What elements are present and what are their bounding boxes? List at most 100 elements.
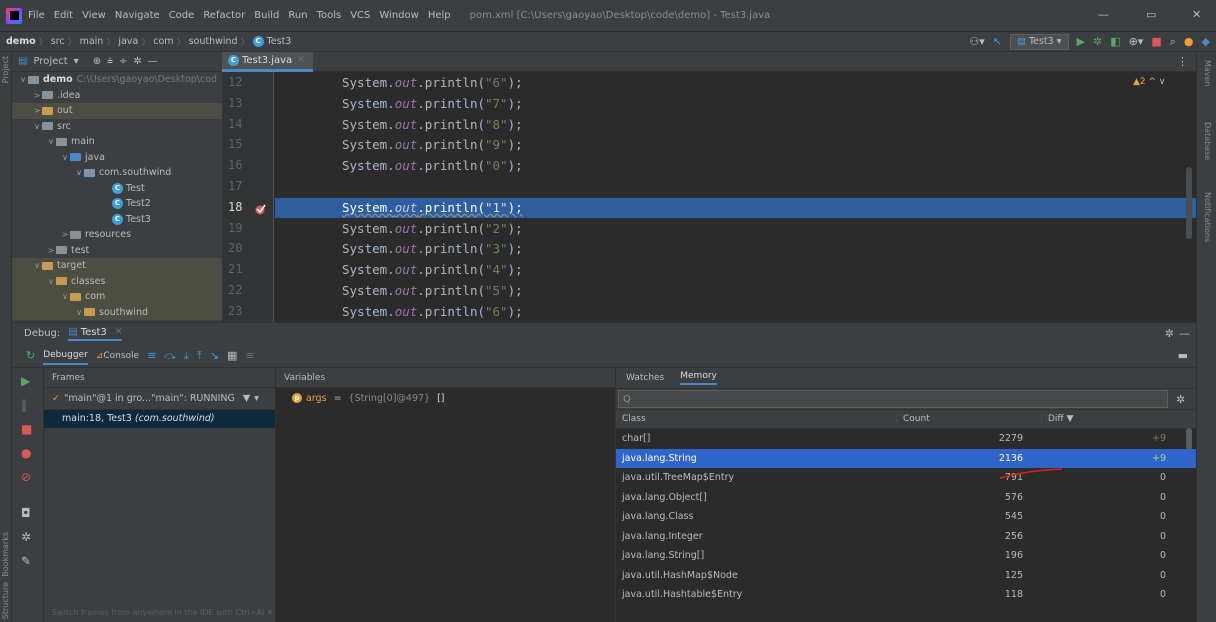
project-tree-item[interactable]: ∨ com.southwind — [12, 165, 222, 181]
evaluate-expression-icon[interactable]: ▦ — [227, 349, 237, 362]
mute-breakpoints-icon[interactable]: ⊘ — [21, 470, 31, 484]
menu-item-view[interactable]: View — [82, 10, 106, 21]
thread-selector[interactable]: ✓ "main"@1 in gro..."main": RUNNING ▼ ▾ — [44, 388, 275, 410]
view-breakpoints-icon[interactable]: ● — [21, 446, 31, 460]
breakpoint-icon[interactable] — [254, 203, 266, 215]
code-editor[interactable]: System.out.println("6"); System.out.print… — [275, 72, 1196, 322]
update-icon[interactable]: ● — [1184, 36, 1194, 48]
menu-item-code[interactable]: Code — [169, 10, 195, 21]
chevron-down-icon[interactable]: ∨ — [60, 289, 70, 305]
chevron-down-icon[interactable]: ▾ — [74, 56, 79, 67]
maven-stripe-label[interactable]: Maven — [1203, 60, 1212, 87]
stop-icon[interactable]: ■ — [1151, 36, 1161, 48]
locate-icon[interactable]: ⊕ — [93, 56, 101, 67]
memory-table-row[interactable]: java.util.Hashtable$Entry 118 0 — [616, 585, 1196, 605]
code-line[interactable] — [275, 177, 1196, 197]
menu-item-edit[interactable]: Edit — [54, 10, 73, 21]
chevron-right-icon[interactable]: > — [60, 227, 70, 243]
chevron-down-icon[interactable]: ∨ — [46, 274, 56, 290]
memory-table-row[interactable]: java.lang.Integer 256 0 — [616, 527, 1196, 547]
run-icon[interactable]: ▶ — [1077, 36, 1085, 48]
run-configuration-select[interactable]: ▤ Test3 ▾ — [1009, 34, 1069, 50]
code-line[interactable]: System.out.println("5"); — [275, 281, 1196, 301]
structure-stripe-label[interactable]: Structure — [1, 582, 10, 619]
breadcrumb-item[interactable]: java — [118, 36, 138, 47]
memory-table-row[interactable]: java.lang.String 2136 +9 — [616, 448, 1196, 468]
chevron-right-icon[interactable]: > — [46, 243, 56, 259]
bookmarks-stripe-label[interactable]: Bookmarks — [1, 532, 10, 577]
code-line[interactable]: System.out.println("2"); — [275, 219, 1196, 239]
project-tree-item[interactable]: ∨ demo C:\Users\gaoyao\Desktop\cod — [12, 72, 222, 88]
project-tree-item[interactable]: > test — [12, 243, 222, 259]
code-line[interactable]: System.out.println("3"); — [275, 239, 1196, 259]
column-diff[interactable]: Diff ▼ — [1041, 414, 1176, 424]
close-window-button[interactable]: ✕ — [1192, 8, 1201, 21]
stack-frame-row[interactable]: main:18, Test3 (com.southwind) — [44, 410, 275, 428]
maximize-button[interactable]: ▭ — [1146, 8, 1156, 21]
code-line[interactable]: System.out.println("9"); — [275, 135, 1196, 155]
variable-row[interactable]: p args = {String[0]@497} [] — [276, 388, 615, 408]
menu-item-build[interactable]: Build — [254, 10, 279, 21]
code-line[interactable]: System.out.println("7"); — [275, 94, 1196, 114]
tab-test3-java[interactable]: C Test3.java ✕ — [222, 51, 313, 72]
back-arrow-icon[interactable]: ↖ — [993, 36, 1002, 48]
menu-item-run[interactable]: Run — [288, 10, 307, 21]
breadcrumb-item[interactable]: src — [51, 36, 65, 47]
pause-icon[interactable]: ‖ — [21, 398, 27, 412]
code-line[interactable]: System.out.println("4"); — [275, 260, 1196, 280]
project-view-selector[interactable]: Project — [33, 56, 67, 67]
notifications-stripe-label[interactable]: Notifications — [1203, 192, 1212, 242]
step-over-icon[interactable]: ⤼ — [164, 349, 176, 363]
project-tree-item[interactable]: ∨ classes — [12, 273, 222, 290]
memory-table-row[interactable]: java.util.TreeMap$Entry 791 0 — [616, 468, 1196, 488]
restore-layout-icon[interactable]: ▬ — [1178, 349, 1188, 362]
layout-icon[interactable]: ≡ — [245, 349, 254, 362]
hide-icon[interactable]: — — [148, 56, 158, 67]
chevron-down-icon[interactable]: ∨ — [74, 165, 84, 181]
memory-table-row[interactable]: java.lang.Class 545 0 — [616, 507, 1196, 527]
memory-table-row[interactable]: char[] 2279 +9 — [616, 429, 1196, 449]
chevron-down-icon[interactable]: ▾ — [254, 393, 259, 404]
chevron-right-icon[interactable]: > — [32, 88, 42, 104]
tab-debugger[interactable]: Debugger — [43, 347, 88, 365]
project-tree-item[interactable]: ∨ src — [12, 119, 222, 135]
code-line[interactable]: System.out.println("6"); — [275, 302, 1196, 322]
close-icon[interactable]: ✕ — [115, 327, 123, 337]
tab-console[interactable]: ⊿Console — [96, 348, 139, 364]
more-tabs-icon[interactable]: ⋮ — [1177, 55, 1188, 68]
project-tree-item[interactable]: C Test2 — [12, 196, 222, 212]
memory-table-row[interactable]: java.util.HashMap$Node 125 0 — [616, 566, 1196, 586]
editor-scrollbar[interactable] — [1186, 167, 1192, 239]
memory-table-row[interactable]: java.lang.Object[] 576 0 — [616, 488, 1196, 508]
gear-icon[interactable]: ✲ — [133, 56, 141, 67]
breadcrumb-item[interactable]: Test3 — [267, 36, 292, 47]
chevron-right-icon[interactable]: > — [32, 103, 42, 119]
stop-icon[interactable]: ■ — [21, 422, 32, 436]
project-tree-item[interactable]: ∨ java — [12, 150, 222, 166]
profile-icon[interactable]: ⊕▾ — [1129, 36, 1144, 48]
user-icon[interactable]: ⚇▾ — [969, 36, 984, 48]
code-line[interactable]: System.out.println("0"); — [275, 156, 1196, 176]
column-class[interactable]: Class — [616, 414, 896, 424]
chevron-down-icon[interactable]: ∨ — [60, 150, 70, 166]
project-tree-item[interactable]: C Test — [12, 181, 222, 197]
menu-item-refactor[interactable]: Refactor — [203, 10, 245, 21]
warnings-indicator[interactable]: ▲2 ^ ∨ — [1133, 77, 1166, 87]
breadcrumb-item[interactable]: com — [153, 36, 173, 47]
menu-item-help[interactable]: Help — [428, 10, 451, 21]
gear-icon[interactable]: ✲ — [1176, 393, 1185, 406]
step-out-icon[interactable]: ⤒ — [197, 349, 202, 363]
pin-icon[interactable]: ✎ — [21, 554, 31, 568]
breadcrumb-item[interactable]: southwind — [189, 36, 238, 47]
rerun-icon[interactable]: ↻ — [26, 349, 35, 362]
code-line[interactable]: System.out.println("6"); — [275, 73, 1196, 93]
menu-item-navigate[interactable]: Navigate — [115, 10, 160, 21]
run-to-cursor-icon[interactable]: ↘ — [210, 349, 219, 362]
coverage-icon[interactable]: ◧ — [1110, 36, 1120, 48]
debug-session-tab[interactable]: ▤ Test3 ✕ — [68, 327, 123, 341]
execution-line[interactable]: System.out.println("1"); — [275, 197, 1196, 218]
debug-icon[interactable]: ✲ — [1093, 36, 1102, 48]
gear-icon[interactable]: ✲ — [21, 530, 31, 544]
chevron-down-icon[interactable]: ∨ — [74, 305, 84, 321]
chevron-down-icon[interactable]: ∨ — [46, 134, 56, 150]
